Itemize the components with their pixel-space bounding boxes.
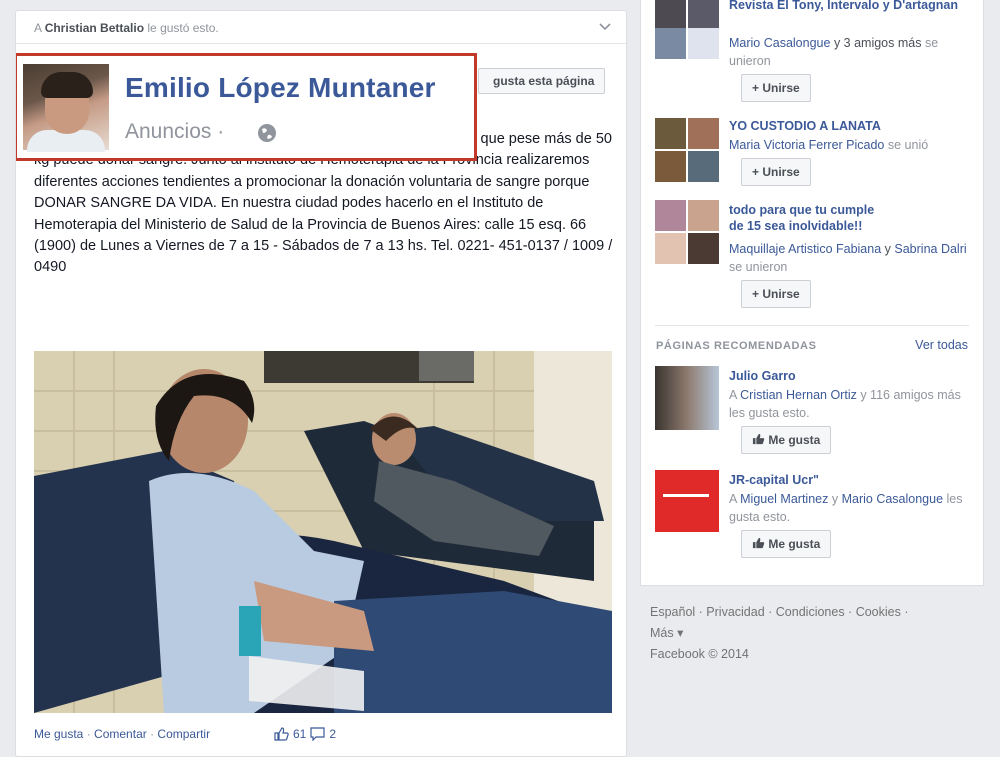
right-sidebar: Revista El Tony, Intervalo y D'artagnan … — [640, 0, 984, 586]
group-members: Mario Casalongue y 3 amigos más se unier… — [729, 36, 939, 68]
group-name-link[interactable]: Revista El Tony, Intervalo y D'artagnan — [729, 0, 979, 13]
sponsored-post: A Christian Bettalio le gustó esto. gust… — [15, 10, 627, 757]
engagement-counts: 61 2 — [274, 727, 336, 741]
caret-down-icon[interactable]: ▾ — [677, 626, 683, 640]
comment-icon[interactable] — [310, 727, 325, 741]
join-group-button[interactable]: + Unirse — [741, 158, 811, 186]
recommended-pages-heading: PÁGINAS RECOMENDADAS — [656, 340, 817, 352]
comment-link[interactable]: Comentar — [94, 727, 147, 741]
group-members: Maquillaje Artistico Fabiana y Sabrina D… — [729, 242, 967, 274]
thumbs-up-icon — [752, 433, 765, 445]
group-thumbnails[interactable] — [655, 118, 719, 182]
like-page-button[interactable]: gusta esta página — [478, 68, 606, 94]
see-all-link[interactable]: Ver todas — [915, 338, 968, 352]
page-thumbnail[interactable] — [655, 470, 719, 532]
like-page-button[interactable]: Me gusta — [741, 426, 832, 454]
page-header-highlight: Emilio López Muntaner Anuncios · — [16, 53, 477, 161]
sponsored-label: Anuncios · — [125, 120, 225, 143]
blood-donation-photo — [34, 351, 612, 713]
likes-count[interactable]: 61 — [293, 727, 306, 741]
page-avatar[interactable] — [23, 64, 109, 152]
group-thumbnails[interactable] — [655, 0, 719, 64]
page-footer: Español · Privacidad · Condiciones · Coo… — [650, 602, 970, 665]
copyright: Facebook © 2014 — [650, 647, 749, 661]
footer-more-link[interactable]: Más — [650, 626, 674, 640]
share-link[interactable]: Compartir — [157, 727, 210, 741]
page-name-link[interactable]: Emilio López Muntaner — [125, 72, 436, 104]
footer-link[interactable]: Privacidad — [706, 605, 764, 619]
post-photo[interactable] — [34, 351, 612, 713]
join-group-button[interactable]: + Unirse — [741, 74, 811, 102]
divider — [16, 43, 626, 44]
liked-by-link[interactable]: Christian Bettalio — [45, 21, 144, 35]
thumbs-up-icon[interactable] — [274, 727, 289, 741]
footer-link[interactable]: Cookies — [856, 605, 901, 619]
globe-icon — [258, 124, 276, 142]
thumbs-up-icon — [752, 537, 765, 549]
group-name-link[interactable]: todo para que tu cumple de 15 sea inolvi… — [729, 202, 889, 234]
post-actions: Me gusta · Comentar · Compartir — [34, 727, 211, 741]
like-page-button[interactable]: Me gusta — [741, 530, 832, 558]
group-members: Maria Victoria Ferrer Picado se unió — [729, 138, 929, 152]
like-link[interactable]: Me gusta — [34, 727, 83, 741]
liked-prefix: A — [34, 21, 42, 35]
comments-count[interactable]: 2 — [329, 727, 336, 741]
divider — [655, 325, 969, 326]
footer-link[interactable]: Español — [650, 605, 695, 619]
page-name-link[interactable]: JR-capital Ucr" — [729, 472, 979, 488]
page-name-link[interactable]: Julio Garro — [729, 368, 979, 384]
page-social-context: A Cristian Hernan Ortiz y 116 amigos más… — [729, 388, 961, 420]
join-group-button[interactable]: + Unirse — [741, 280, 811, 308]
page-thumbnail[interactable] — [655, 366, 719, 430]
social-context: A Christian Bettalio le gustó esto. — [34, 21, 219, 35]
group-name-link[interactable]: YO CUSTODIO A LANATA — [729, 118, 979, 134]
chevron-down-icon[interactable] — [598, 19, 612, 33]
liked-suffix: le gustó esto. — [147, 21, 219, 35]
page-social-context: A Miguel Martinez y Mario Casalongue les… — [729, 492, 963, 524]
group-thumbnails[interactable] — [655, 200, 719, 264]
footer-link[interactable]: Condiciones — [776, 605, 845, 619]
